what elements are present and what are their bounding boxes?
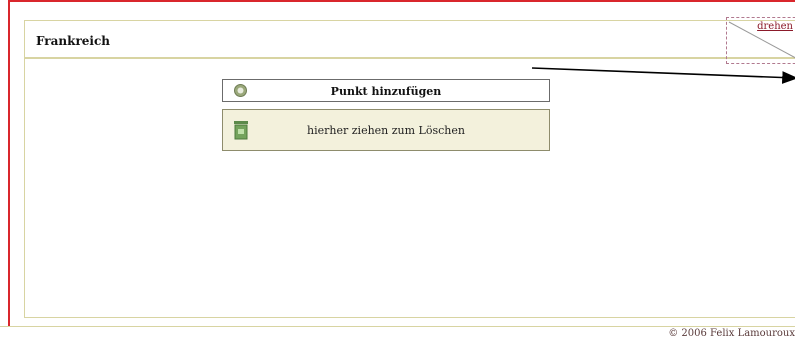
panel-header: Frankreich (25, 21, 795, 59)
rotate-widget[interactable]: drehen (726, 17, 795, 64)
map-panel: Frankreich (24, 20, 795, 318)
copyright-text: © 2006 Felix Lamouroux (668, 328, 795, 339)
rotate-link[interactable]: drehen (757, 21, 793, 32)
delete-drop-zone[interactable]: hierher ziehen zum Löschen (222, 109, 550, 151)
add-point-button[interactable]: Punkt hinzufügen (222, 79, 550, 102)
footer-divider (0, 326, 795, 327)
drop-zone-label: hierher ziehen zum Löschen (307, 124, 465, 137)
add-point-label: Punkt hinzufügen (330, 85, 442, 98)
page-title: Frankreich (36, 34, 110, 48)
